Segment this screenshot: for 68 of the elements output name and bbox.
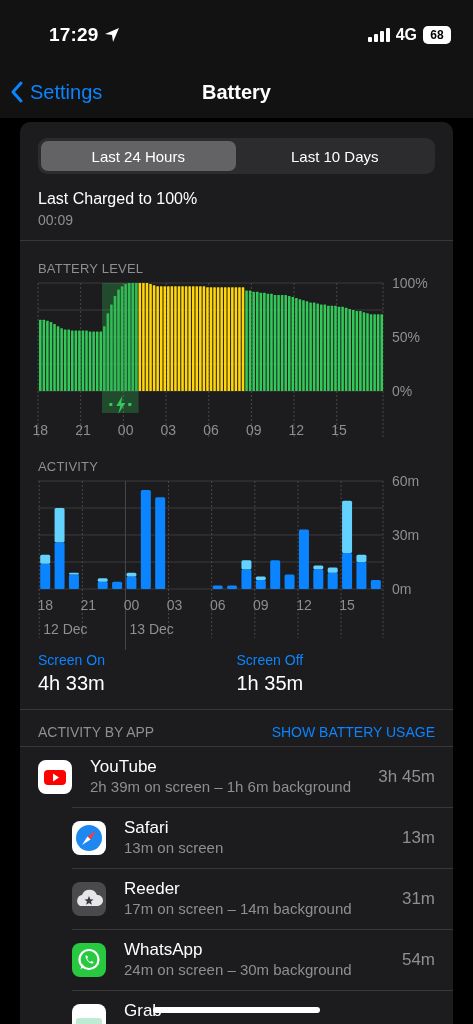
date-label: 13 Dec <box>129 621 174 637</box>
app-usage-time: 13m <box>401 828 435 848</box>
axis-label: 00 <box>123 597 140 613</box>
app-usage-detail: 17m on screen – 14m background <box>124 900 353 918</box>
axis-label: 06 <box>209 597 226 613</box>
back-button[interactable]: Settings <box>10 80 103 104</box>
clock-time: 17:29 <box>49 24 99 46</box>
chat-phone-icon <box>72 943 106 977</box>
chart-bar <box>212 585 223 589</box>
axis-label: 18 <box>37 597 53 613</box>
axis-label: 15 <box>331 422 347 438</box>
app-usage-detail: 13m on screen <box>124 839 225 857</box>
chart-bar <box>370 580 381 589</box>
axis-label: 12 <box>288 422 305 438</box>
chart-bar <box>270 560 281 589</box>
page-title: Battery <box>202 80 271 103</box>
axis-label: 12 <box>296 597 312 613</box>
section-header: ACTIVITY BY APP <box>38 724 155 740</box>
app-usage-detail: 2h 39m on screen – 1h 6m background <box>90 778 352 796</box>
app-name: Safari <box>124 818 170 837</box>
segment-tab[interactable]: Last 24 Hours <box>41 141 236 171</box>
chart-title: ACTIVITY <box>38 459 99 474</box>
chart-bar <box>54 508 65 543</box>
signal-icon <box>367 28 391 42</box>
app-name: WhatsApp <box>124 940 204 959</box>
segment-tab[interactable]: Last 10 Days <box>237 141 432 171</box>
axis-label: 100% <box>392 275 428 291</box>
date-label: 12 Dec <box>43 621 88 637</box>
axis-label: 00 <box>117 422 134 438</box>
axis-label: 15 <box>339 597 355 613</box>
screen-time-label: Screen Off <box>236 652 305 668</box>
compass-icon <box>72 821 106 855</box>
app-name: YouTube <box>90 757 158 776</box>
screen-time-value: 1h 35m <box>236 672 305 695</box>
axis-label: 0% <box>392 383 413 399</box>
last-charged-time: 00:09 <box>38 212 75 228</box>
location-arrow-icon <box>103 27 120 43</box>
axis-label: 18 <box>32 422 49 438</box>
chart-bar <box>54 542 65 589</box>
app-name: Reeder <box>124 879 181 898</box>
axis-label: 03 <box>160 422 177 438</box>
axis-label: 30m <box>392 527 420 543</box>
axis-label: 21 <box>80 597 97 613</box>
axis-label: 50% <box>392 329 421 345</box>
axis-label: 09 <box>245 422 262 438</box>
chevron-left-icon <box>10 81 24 103</box>
chart-title: BATTERY LEVEL <box>38 261 144 276</box>
app-usage-time: 3h 45m <box>378 767 435 787</box>
screen-time-label: Screen On <box>38 652 106 668</box>
app-usage-detail: 24m on screen – 30m background <box>124 961 353 979</box>
axis-label: 21 <box>75 422 91 438</box>
axis-label: 03 <box>166 597 183 613</box>
chart-bar <box>284 574 295 589</box>
axis-label: 0m <box>392 581 412 597</box>
chart-bar <box>227 585 238 589</box>
network-label: 4G <box>395 26 417 44</box>
last-charged-label: Last Charged to 100% <box>38 190 199 208</box>
axis-label: 06 <box>203 422 219 438</box>
screen-time-value: 4h 33m <box>38 672 106 695</box>
chart-bar <box>112 581 123 589</box>
chart-bar <box>298 529 309 589</box>
battery-indicator: 68 <box>423 26 451 44</box>
axis-label: 09 <box>253 597 269 613</box>
axis-label: 60m <box>392 473 420 489</box>
play-icon <box>38 760 72 794</box>
app-usage-time: 31m <box>401 889 435 909</box>
app-usage-time: 54m <box>401 950 435 970</box>
show-battery-usage-link[interactable]: SHOW BATTERY USAGE <box>271 724 435 740</box>
